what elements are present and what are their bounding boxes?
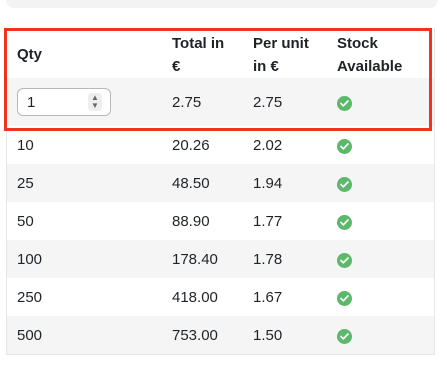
table-row: 25 48.50 1.94 <box>7 164 434 202</box>
unit-cell: 1.50 <box>253 326 283 344</box>
header-per-unit-line1: Per unit <box>253 35 309 52</box>
stock-cell <box>327 94 427 111</box>
top-card-edge <box>6 0 438 8</box>
table-row: 250 418.00 1.67 <box>7 278 434 316</box>
header-total-line2: € <box>172 58 181 75</box>
qty-cell: 100 <box>17 250 43 268</box>
table-header: Qty Total in € Per unit in € Stock Avail… <box>7 28 434 78</box>
unit-cell: 1.94 <box>253 174 283 192</box>
check-icon <box>337 328 352 344</box>
table-row: 500 753.00 1.50 <box>7 316 434 354</box>
unit-cell: 2.02 <box>253 136 283 154</box>
table-row: 10 20.26 2.02 <box>7 126 434 164</box>
qty-cell: 10 <box>17 136 34 154</box>
total-cell: 88.90 <box>172 212 210 230</box>
qty-cell: 25 <box>17 174 34 192</box>
stock-cell <box>327 213 427 230</box>
unit-cell: 1.67 <box>253 288 283 306</box>
total-cell: 2.75 <box>172 93 202 111</box>
check-icon <box>337 95 352 111</box>
header-stock-line1: Stock <box>337 35 378 52</box>
stock-cell <box>327 251 427 268</box>
quantity-value[interactable]: 1 <box>27 94 35 111</box>
total-cell: 753.00 <box>172 326 218 344</box>
qty-cell: 500 <box>17 326 43 344</box>
stock-cell <box>327 289 427 306</box>
chevron-down-icon[interactable]: ▼ <box>91 102 99 110</box>
table-row: 100 178.40 1.78 <box>7 240 434 278</box>
total-cell: 20.26 <box>172 136 210 154</box>
check-icon <box>337 214 352 230</box>
header-total: Total in € <box>162 32 243 78</box>
qty-cell: 50 <box>17 212 34 230</box>
table-row: 50 88.90 1.77 <box>7 202 434 240</box>
spinner-up-down-icon[interactable]: ▲ ▼ <box>88 93 102 111</box>
total-cell: 418.00 <box>172 288 218 306</box>
qty-cell: 1 ▲ ▼ <box>7 88 162 116</box>
header-stock: Stock Available <box>327 32 427 78</box>
table-row-input: 1 ▲ ▼ 2.75 2.75 <box>7 78 434 126</box>
header-per-unit: Per unit in € <box>243 32 327 78</box>
header-per-unit-line2: in € <box>253 58 279 75</box>
unit-cell: 1.77 <box>253 212 283 230</box>
total-cell: 178.40 <box>172 250 218 268</box>
quantity-stepper[interactable]: 1 ▲ ▼ <box>17 88 111 116</box>
check-icon <box>337 252 352 268</box>
stock-cell <box>327 137 427 154</box>
unit-cell: 1.78 <box>253 250 283 268</box>
unit-cell: 2.75 <box>253 93 283 111</box>
qty-cell: 250 <box>17 288 43 306</box>
header-stock-line2: Available <box>337 58 403 75</box>
check-icon <box>337 176 352 192</box>
stock-cell <box>327 175 427 192</box>
total-cell: 48.50 <box>172 174 210 192</box>
check-icon <box>337 290 352 306</box>
header-qty: Qty <box>17 46 43 63</box>
check-icon <box>337 138 352 154</box>
stock-cell <box>327 327 427 344</box>
header-total-line1: Total in <box>172 35 225 52</box>
price-table: Qty Total in € Per unit in € Stock Avail… <box>6 28 435 355</box>
